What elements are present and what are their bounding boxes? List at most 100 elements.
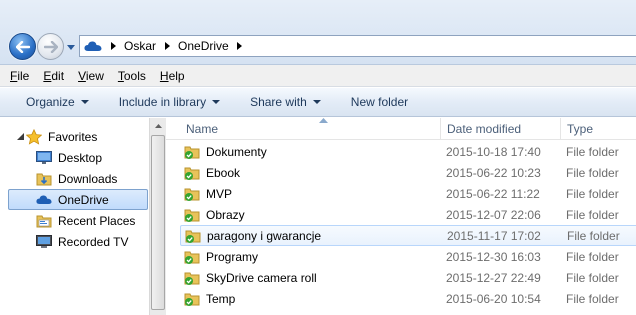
file-type: File folder <box>566 186 619 201</box>
chevron-down-icon <box>212 100 221 104</box>
file-type: File folder <box>566 270 619 285</box>
file-name: Programy <box>206 249 259 264</box>
arrow-left-icon <box>15 40 30 53</box>
file-list: Name Date modified Type Dokumenty 2015-1… <box>166 117 636 315</box>
menu-tools[interactable]: Tools <box>118 69 146 83</box>
menu-edit[interactable]: Edit <box>43 69 64 83</box>
back-button[interactable] <box>9 33 36 60</box>
recent-pages-dropdown[interactable] <box>66 43 76 53</box>
recorded-tv-icon <box>36 234 52 250</box>
file-row[interactable]: Dokumenty 2015-10-18 17:40 File folder <box>180 141 636 162</box>
file-row[interactable]: SkyDrive camera roll 2015-12-27 22:49 Fi… <box>180 267 636 288</box>
chevron-down-icon <box>67 45 75 50</box>
share-with-button[interactable]: Share with <box>250 95 321 109</box>
nav-item-recorded-tv[interactable]: Recorded TV <box>36 231 148 252</box>
file-row[interactable]: Temp 2015-06-20 10:54 File folder <box>180 288 636 309</box>
nav-item-onedrive-label: OneDrive <box>58 192 109 207</box>
organize-button[interactable]: Organize <box>26 95 89 109</box>
file-type: File folder <box>566 291 619 306</box>
nav-item-recent-places[interactable]: Recent Places <box>36 210 148 231</box>
menu-view-label: iew <box>85 68 104 83</box>
column-name-header[interactable]: Name <box>180 117 440 140</box>
collapse-arrow-icon[interactable] <box>16 131 24 141</box>
file-date-modified: 2015-12-30 16:03 <box>446 249 541 264</box>
synced-folder-icon <box>184 186 200 202</box>
file-type: File folder <box>567 228 620 243</box>
menu-edit-label: dit <box>51 68 65 83</box>
include-in-library-button[interactable]: Include in library <box>118 95 221 109</box>
file-row[interactable]: Ebook 2015-06-22 10:23 File folder <box>180 162 636 183</box>
breadcrumb-onedrive[interactable]: OneDrive <box>174 39 233 53</box>
column-date-modified-label: Date modified <box>447 122 522 136</box>
file-date-modified: 2015-06-22 10:23 <box>446 165 541 180</box>
nav-pane-scrollbar[interactable] <box>149 118 166 315</box>
file-type: File folder <box>566 207 619 222</box>
menu-view-accel: V <box>78 68 86 83</box>
nav-favorites-label: Favorites <box>48 129 98 144</box>
menu-file-label: ile <box>17 68 30 83</box>
synced-folder-icon <box>184 144 200 160</box>
scroll-thumb[interactable] <box>151 135 165 310</box>
nav-item-downloads[interactable]: Downloads <box>36 168 148 189</box>
file-name: SkyDrive camera roll <box>206 270 317 285</box>
menu-file[interactable]: File <box>10 69 29 83</box>
new-folder-button[interactable]: New folder <box>351 95 408 109</box>
file-row[interactable]: Obrazy 2015-12-07 22:06 File folder <box>180 204 636 225</box>
menu-help[interactable]: Help <box>160 69 185 83</box>
menu-tools-label: ools <box>123 68 146 83</box>
synced-folder-icon <box>184 270 200 286</box>
recent-places-icon <box>36 213 52 229</box>
share-with-label: Share with <box>250 95 307 109</box>
file-row[interactable]: Programy 2015-12-30 16:03 File folder <box>180 246 636 267</box>
nav-item-downloads-label: Downloads <box>58 171 118 186</box>
new-folder-label: New folder <box>350 95 409 109</box>
menu-help-label: elp <box>168 68 185 83</box>
file-type: File folder <box>566 144 619 159</box>
nav-item-onedrive[interactable]: OneDrive <box>8 189 148 210</box>
file-name: paragony i gwarancje <box>207 228 322 243</box>
forward-button[interactable] <box>37 33 64 60</box>
address-bar-area: Oskar OneDrive <box>0 0 636 65</box>
scroll-up-button[interactable] <box>150 118 166 134</box>
onedrive-icon <box>84 40 102 52</box>
chevron-up-icon <box>154 124 162 128</box>
nav-item-desktop-label: Desktop <box>58 150 103 165</box>
chevron-down-icon <box>80 100 89 104</box>
file-date-modified: 2015-12-07 22:06 <box>446 207 541 222</box>
file-name: Obrazy <box>206 207 245 222</box>
file-date-modified: 2015-06-22 11:22 <box>446 186 540 201</box>
breadcrumb-separator[interactable] <box>160 42 174 50</box>
navigation-pane: Favorites Desktop Downloads OneDrive Rec… <box>0 118 150 315</box>
arrow-right-icon <box>43 40 58 53</box>
column-type-header[interactable]: Type <box>560 118 636 140</box>
file-row[interactable]: MVP 2015-06-22 11:22 File folder <box>180 183 636 204</box>
file-name: MVP <box>206 186 233 201</box>
nav-item-recent-places-label: Recent Places <box>58 213 136 228</box>
file-date-modified: 2015-12-27 22:49 <box>446 270 541 285</box>
star-icon <box>26 128 42 145</box>
desktop-icon <box>36 150 52 166</box>
nav-item-desktop[interactable]: Desktop <box>36 147 148 168</box>
column-header-row: Name Date modified Type <box>166 117 636 140</box>
file-row-hovered[interactable]: paragony i gwarancje 2015-11-17 17:02 Fi… <box>180 225 636 246</box>
file-type: File folder <box>566 249 619 264</box>
file-date-modified: 2015-11-17 17:02 <box>447 228 541 243</box>
breadcrumb-oskar[interactable]: Oskar <box>120 39 160 53</box>
file-type: File folder <box>566 165 619 180</box>
synced-folder-icon <box>184 207 200 223</box>
address-box[interactable]: Oskar OneDrive <box>79 35 636 57</box>
column-date-modified-header[interactable]: Date modified <box>440 118 560 140</box>
breadcrumb-separator[interactable] <box>233 42 247 50</box>
menu-view[interactable]: View <box>78 69 104 83</box>
column-type-label: Type <box>567 122 594 136</box>
file-name: Temp <box>206 291 236 306</box>
synced-folder-icon <box>184 249 200 265</box>
synced-folder-icon <box>184 165 200 181</box>
file-name: Ebook <box>206 165 241 180</box>
column-name-label: Name <box>186 122 219 136</box>
nav-favorites[interactable]: Favorites <box>26 126 148 147</box>
chevron-down-icon <box>312 100 321 104</box>
breadcrumb-separator[interactable] <box>106 42 120 50</box>
onedrive-icon <box>36 192 52 208</box>
include-in-library-label: Include in library <box>118 95 207 109</box>
